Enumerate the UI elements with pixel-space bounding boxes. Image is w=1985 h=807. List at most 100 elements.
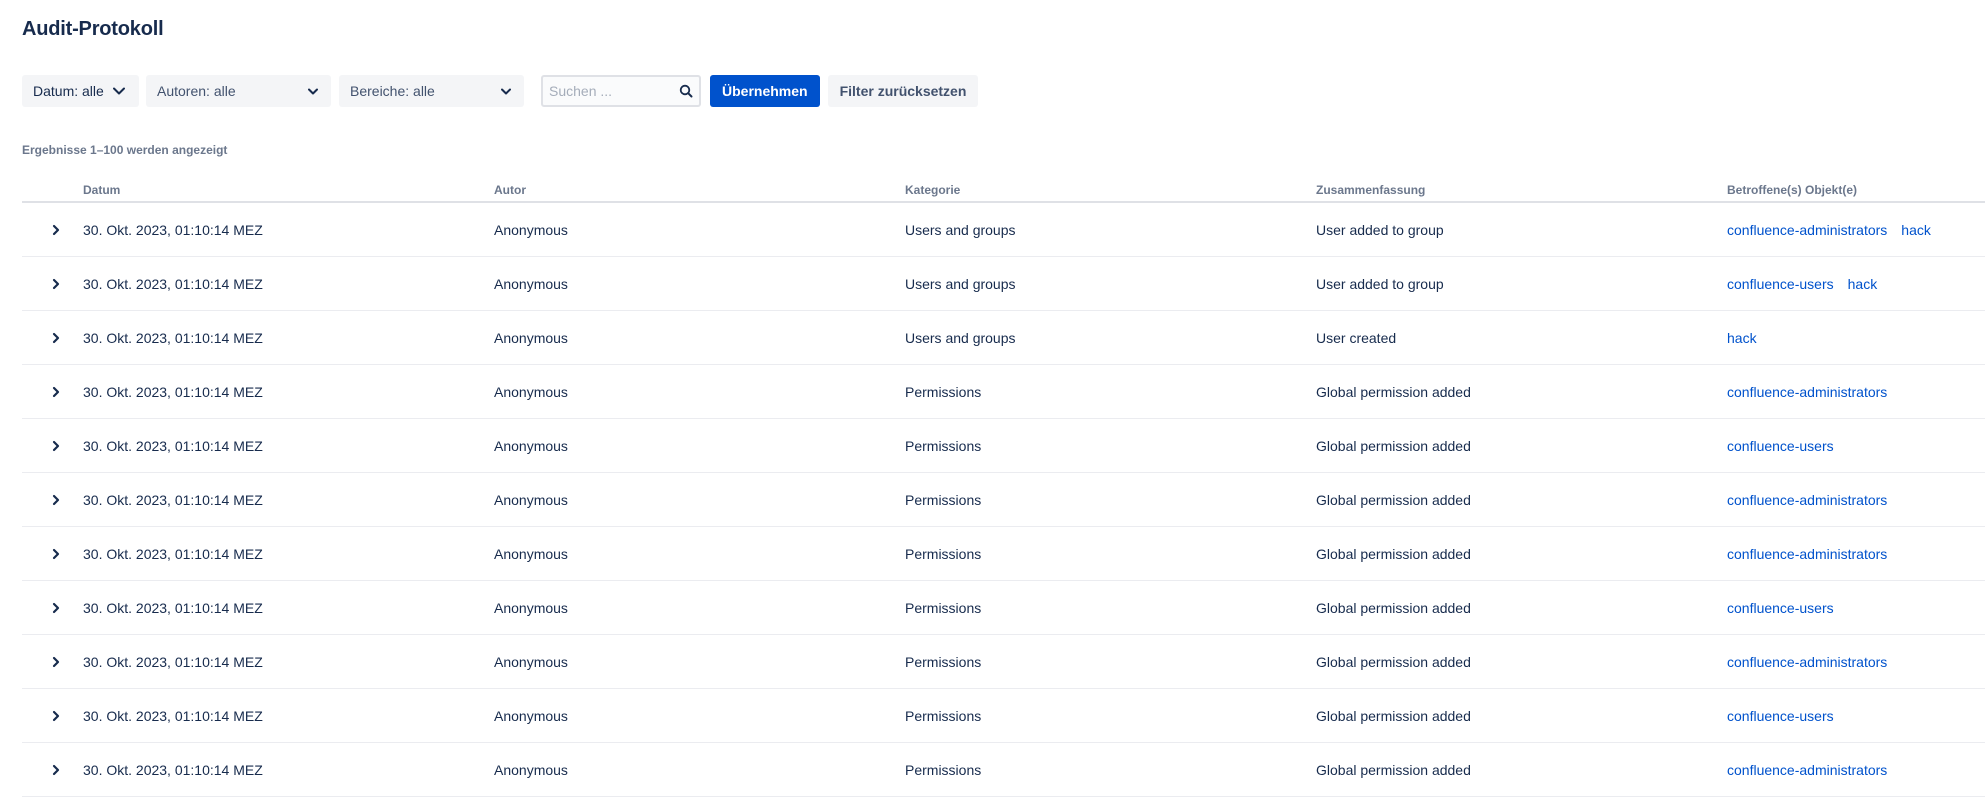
author-filter-dropdown[interactable]: Autoren: alle	[146, 75, 331, 107]
affected-object-link[interactable]: confluence-administrators	[1727, 654, 1887, 670]
area-filter-label: Bereiche: alle	[350, 83, 435, 99]
affected-object-link[interactable]: hack	[1848, 276, 1878, 292]
date-filter-dropdown[interactable]: Datum: alle	[22, 75, 139, 107]
table-row: 30. Okt. 2023, 01:10:14 MEZ Anonymous Us…	[22, 257, 1985, 311]
expand-cell	[22, 598, 83, 618]
cell-objects: confluence-users	[1727, 438, 1985, 454]
cell-date: 30. Okt. 2023, 01:10:14 MEZ	[83, 383, 263, 400]
expand-cell	[22, 382, 83, 402]
header-summary: Zusammenfassung	[1316, 182, 1426, 197]
filter-bar: Datum: alle Autoren: alle Bereiche: alle…	[22, 75, 979, 107]
results-info: Ergebnisse 1–100 werden angezeigt	[22, 143, 228, 157]
cell-author: Anonymous	[494, 437, 568, 454]
chevron-right-icon[interactable]	[46, 274, 66, 294]
cell-category: Users and groups	[905, 275, 1016, 292]
cell-objects: confluence-administrators hack	[1727, 222, 1985, 238]
expand-cell	[22, 544, 83, 564]
affected-object-link[interactable]: hack	[1727, 330, 1757, 346]
cell-objects: confluence-administrators	[1727, 546, 1985, 562]
cell-objects: confluence-administrators	[1727, 762, 1985, 778]
cell-date: 30. Okt. 2023, 01:10:14 MEZ	[83, 707, 263, 724]
affected-object-link[interactable]: confluence-users	[1727, 600, 1834, 616]
cell-date: 30. Okt. 2023, 01:10:14 MEZ	[83, 221, 263, 238]
cell-category: Users and groups	[905, 221, 1016, 238]
cell-objects: confluence-users	[1727, 708, 1985, 724]
cell-summary: Global permission added	[1316, 761, 1471, 778]
affected-object-link[interactable]: confluence-users	[1727, 438, 1834, 454]
cell-category: Users and groups	[905, 329, 1016, 346]
affected-object-link[interactable]: confluence-administrators	[1727, 546, 1887, 562]
cell-summary: Global permission added	[1316, 491, 1471, 508]
cell-summary: User added to group	[1316, 221, 1444, 238]
chevron-down-icon	[306, 84, 320, 98]
affected-object-link[interactable]: hack	[1901, 222, 1931, 238]
cell-author: Anonymous	[494, 221, 568, 238]
table-row: 30. Okt. 2023, 01:10:14 MEZ Anonymous Pe…	[22, 527, 1985, 581]
chevron-right-icon[interactable]	[46, 382, 66, 402]
cell-category: Permissions	[905, 761, 982, 778]
search-icon[interactable]	[679, 84, 693, 98]
affected-object-link[interactable]: confluence-administrators	[1727, 384, 1887, 400]
chevron-right-icon[interactable]	[46, 544, 66, 564]
cell-category: Permissions	[905, 707, 982, 724]
table-row: 30. Okt. 2023, 01:10:14 MEZ Anonymous Us…	[22, 203, 1985, 257]
affected-object-link[interactable]: confluence-users	[1727, 708, 1834, 724]
cell-date: 30. Okt. 2023, 01:10:14 MEZ	[83, 653, 263, 670]
cell-date: 30. Okt. 2023, 01:10:14 MEZ	[83, 437, 263, 454]
cell-category: Permissions	[905, 491, 982, 508]
cell-objects: hack	[1727, 330, 1985, 346]
chevron-right-icon[interactable]	[46, 490, 66, 510]
chevron-right-icon[interactable]	[46, 652, 66, 672]
cell-date: 30. Okt. 2023, 01:10:14 MEZ	[83, 491, 263, 508]
table-row: 30. Okt. 2023, 01:10:14 MEZ Anonymous Pe…	[22, 743, 1985, 797]
cell-objects: confluence-administrators	[1727, 492, 1985, 508]
cell-objects: confluence-administrators	[1727, 384, 1985, 400]
chevron-right-icon[interactable]	[46, 760, 66, 780]
affected-object-link[interactable]: confluence-administrators	[1727, 222, 1887, 238]
cell-category: Permissions	[905, 545, 982, 562]
table-row: 30. Okt. 2023, 01:10:14 MEZ Anonymous Pe…	[22, 419, 1985, 473]
header-objects: Betroffene(s) Objekt(e)	[1727, 182, 1858, 197]
cell-author: Anonymous	[494, 761, 568, 778]
cell-summary: Global permission added	[1316, 383, 1471, 400]
cell-category: Permissions	[905, 653, 982, 670]
chevron-right-icon[interactable]	[46, 706, 66, 726]
table-row: 30. Okt. 2023, 01:10:14 MEZ Anonymous Pe…	[22, 689, 1985, 743]
cell-category: Permissions	[905, 437, 982, 454]
chevron-right-icon[interactable]	[46, 436, 66, 456]
chevron-down-icon	[499, 84, 513, 98]
table-row: 30. Okt. 2023, 01:10:14 MEZ Anonymous Pe…	[22, 473, 1985, 527]
cell-author: Anonymous	[494, 545, 568, 562]
table-row: 30. Okt. 2023, 01:10:14 MEZ Anonymous Pe…	[22, 635, 1985, 689]
audit-table: Datum Autor Kategorie Zusammenfassung Be…	[22, 178, 1985, 797]
expand-cell	[22, 652, 83, 672]
apply-button[interactable]: Übernehmen	[710, 75, 820, 107]
cell-date: 30. Okt. 2023, 01:10:14 MEZ	[83, 275, 263, 292]
affected-object-link[interactable]: confluence-users	[1727, 276, 1834, 292]
chevron-right-icon[interactable]	[46, 598, 66, 618]
header-date[interactable]: Datum	[83, 183, 494, 197]
reset-filters-button[interactable]: Filter zurücksetzen	[827, 75, 979, 107]
cell-author: Anonymous	[494, 653, 568, 670]
table-row: 30. Okt. 2023, 01:10:14 MEZ Anonymous Us…	[22, 311, 1985, 365]
affected-object-link[interactable]: confluence-administrators	[1727, 762, 1887, 778]
cell-category: Permissions	[905, 383, 982, 400]
expand-cell	[22, 706, 83, 726]
chevron-right-icon[interactable]	[46, 328, 66, 348]
expand-cell	[22, 220, 83, 240]
audit-log-page: Audit-Protokoll Datum: alle Autoren: all…	[0, 0, 1985, 807]
search-field[interactable]	[541, 75, 701, 107]
area-filter-dropdown[interactable]: Bereiche: alle	[339, 75, 524, 107]
affected-object-link[interactable]: confluence-administrators	[1727, 492, 1887, 508]
cell-summary: User added to group	[1316, 275, 1444, 292]
search-input[interactable]	[549, 83, 669, 99]
chevron-right-icon[interactable]	[46, 220, 66, 240]
cell-author: Anonymous	[494, 599, 568, 616]
date-filter-label: Datum: alle	[33, 83, 104, 99]
expand-cell	[22, 490, 83, 510]
author-filter-label: Autoren: alle	[157, 83, 236, 99]
table-row: 30. Okt. 2023, 01:10:14 MEZ Anonymous Pe…	[22, 365, 1985, 419]
cell-date: 30. Okt. 2023, 01:10:14 MEZ	[83, 599, 263, 616]
cell-date: 30. Okt. 2023, 01:10:14 MEZ	[83, 761, 263, 778]
cell-author: Anonymous	[494, 275, 568, 292]
